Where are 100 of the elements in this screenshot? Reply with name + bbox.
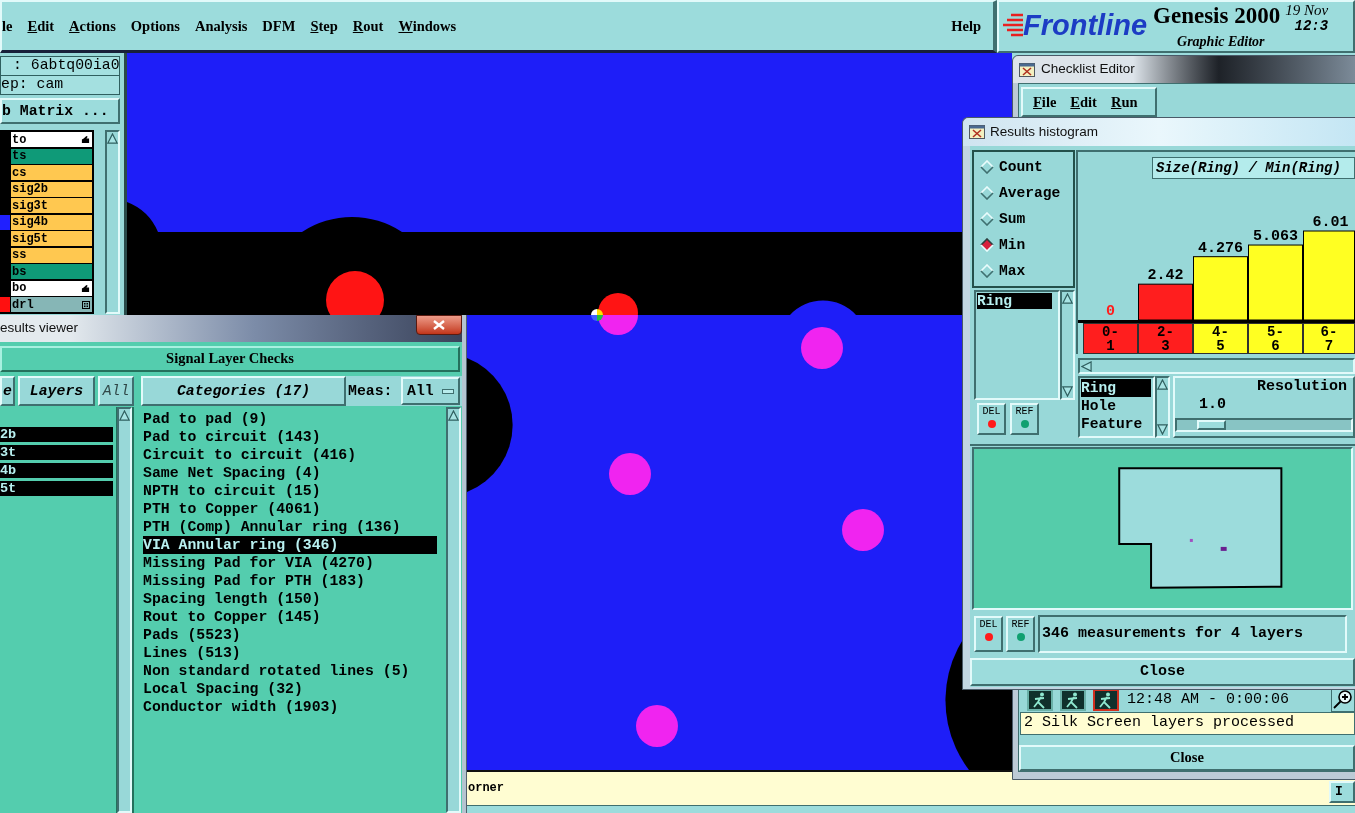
slider-thumb[interactable]: [1197, 420, 1227, 430]
running-figure-icon[interactable]: [1093, 689, 1119, 711]
chart-title: Size(Ring) / Min(Ring): [1152, 157, 1355, 179]
layer-row[interactable]: ss: [11, 247, 93, 263]
matrix-button[interactable]: b Matrix ...: [0, 98, 120, 124]
layer-row[interactable]: ts: [11, 148, 93, 164]
category-item[interactable]: Non standard rotated lines (5): [143, 662, 437, 680]
category-cell: 4-5: [1193, 323, 1248, 354]
category-item[interactable]: Conductor width (1903): [143, 698, 437, 716]
action-button[interactable]: REF: [1010, 403, 1039, 435]
menu-item[interactable]: Step: [310, 17, 338, 35]
down-arrow-icon[interactable]: [1062, 386, 1073, 397]
close-button[interactable]: Close: [970, 658, 1355, 686]
layer-row[interactable]: to: [11, 132, 93, 147]
scrollbar[interactable]: [1060, 290, 1075, 400]
category-item[interactable]: Pads (5523): [143, 626, 437, 644]
zoom-in-icon[interactable]: [1331, 688, 1355, 712]
bar-value-label: 5.063: [1253, 228, 1298, 245]
via-pad: [609, 453, 651, 495]
action-button[interactable]: DEL: [974, 616, 1003, 652]
menu-item[interactable]: Edit: [27, 17, 55, 35]
list-item[interactable]: Hole: [1081, 397, 1153, 415]
running-figure-icon[interactable]: [1060, 689, 1086, 711]
header-button[interactable]: Layers: [18, 376, 95, 406]
bar-value-label: 6.01: [1312, 214, 1349, 231]
category-item[interactable]: Pad to pad (9): [143, 410, 437, 428]
menu-item[interactable]: Edit: [1070, 93, 1097, 111]
marker-icon: [1189, 538, 1193, 542]
category-item[interactable]: Missing Pad for VIA (4270): [143, 554, 437, 572]
menu-item[interactable]: Help: [951, 17, 981, 35]
close-button[interactable]: Close: [1019, 745, 1355, 771]
running-figure-icon[interactable]: [1027, 689, 1053, 711]
category-item[interactable]: Circuit to circuit (416): [143, 446, 437, 464]
header-button[interactable]: All: [98, 376, 134, 406]
layer-item[interactable]: 2b: [0, 427, 113, 442]
resolution-slider[interactable]: [1175, 418, 1353, 432]
list-item[interactable]: Ring: [977, 293, 1052, 309]
up-arrow-icon[interactable]: [119, 410, 130, 421]
category-item[interactable]: PTH (Comp) Annular ring (136): [143, 518, 437, 536]
menu-item[interactable]: File: [1033, 93, 1057, 111]
up-arrow-icon[interactable]: [1062, 293, 1073, 304]
radio-option[interactable]: Sum: [980, 210, 1073, 228]
action-button[interactable]: REF: [1006, 616, 1035, 652]
date-text: 19 Nov: [1285, 2, 1329, 18]
menu-item[interactable]: Analysis: [194, 17, 248, 35]
down-arrow-icon[interactable]: [1157, 424, 1168, 435]
layer-row[interactable]: sig3t: [11, 198, 93, 213]
category-item[interactable]: PTH to Copper (4061): [143, 500, 437, 518]
via-pad: [842, 509, 884, 551]
category-item[interactable]: Lines (513): [143, 644, 437, 662]
categories-button[interactable]: Categories (17): [141, 376, 346, 406]
header-button[interactable]: e: [0, 376, 15, 406]
horizontal-scrollbar[interactable]: [1078, 358, 1355, 374]
layer-row[interactable]: sig2b: [11, 181, 93, 197]
menu-item[interactable]: le: [2, 17, 13, 35]
radio-option[interactable]: Average: [980, 184, 1073, 202]
layer-row[interactable]: bo: [11, 280, 93, 296]
category-item[interactable]: NPTH to circuit (15): [143, 482, 437, 500]
category-item[interactable]: Same Net Spacing (4): [143, 464, 437, 482]
summary-field: 346 measurements for 4 layers: [1038, 615, 1347, 653]
radio-option[interactable]: Count: [980, 158, 1073, 176]
layer-row[interactable]: bs: [11, 264, 93, 279]
scrollbar[interactable]: [446, 407, 461, 813]
left-arrow-icon[interactable]: [1081, 360, 1092, 372]
time-text: 12:3: [1294, 18, 1329, 34]
layer-item[interactable]: 4b: [0, 463, 113, 478]
layer-row[interactable]: cs: [11, 165, 93, 180]
menu-item[interactable]: Windows: [398, 17, 457, 35]
menu-item[interactable]: Run: [1110, 93, 1138, 111]
category-item[interactable]: Pad to circuit (143): [143, 428, 437, 446]
close-button[interactable]: [416, 315, 462, 335]
scrollbar[interactable]: [1155, 376, 1170, 438]
up-arrow-icon[interactable]: [448, 410, 459, 421]
layer-item[interactable]: 3t: [0, 445, 113, 460]
resolution-value: 1.0: [1198, 396, 1227, 414]
menu-item[interactable]: Options: [130, 17, 180, 35]
category-item[interactable]: VIA Annular ring (346): [143, 536, 437, 554]
radio-option[interactable]: Max: [980, 262, 1073, 280]
menu-item[interactable]: Actions: [69, 17, 116, 35]
option-menu-icon: [442, 388, 454, 394]
status-button[interactable]: I: [1329, 781, 1355, 803]
category-item[interactable]: Local Spacing (32): [143, 680, 437, 698]
scrollbar[interactable]: [117, 407, 132, 813]
up-arrow-icon[interactable]: [1157, 379, 1168, 390]
action-button[interactable]: DEL: [977, 403, 1006, 435]
menu-item[interactable]: DFM: [262, 17, 296, 35]
menu-item[interactable]: Rout: [352, 17, 384, 35]
layer-row[interactable]: drl: [11, 297, 93, 312]
layer-row[interactable]: sig5t: [11, 231, 93, 246]
radio-option[interactable]: Min: [980, 236, 1073, 254]
list-item[interactable]: Feature: [1081, 415, 1153, 433]
category-item[interactable]: Missing Pad for PTH (183): [143, 572, 437, 590]
layer-item[interactable]: 5t: [0, 481, 113, 496]
scrollbar[interactable]: [105, 130, 120, 314]
measure-dropdown[interactable]: All: [401, 377, 460, 405]
layer-row[interactable]: sig4b: [11, 214, 93, 230]
up-arrow-icon[interactable]: [107, 133, 118, 144]
list-item[interactable]: Ring: [1081, 379, 1151, 397]
category-item[interactable]: Rout to Copper (145): [143, 608, 437, 626]
category-item[interactable]: Spacing length (150): [143, 590, 437, 608]
